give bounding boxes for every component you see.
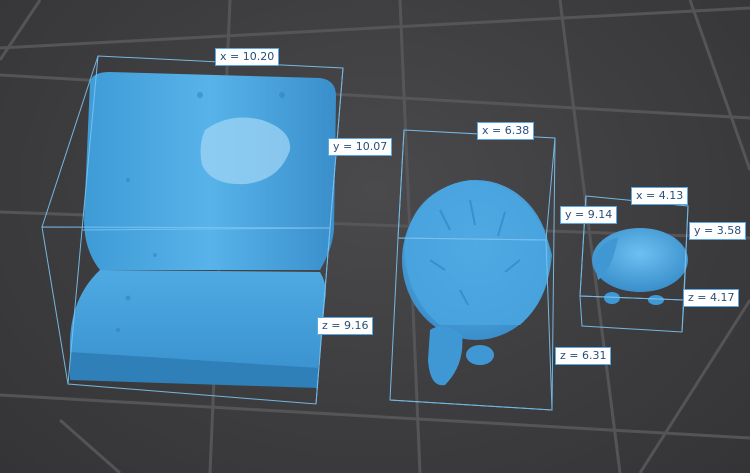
scene-canvas[interactable] xyxy=(0,0,750,473)
terrain-base-x-label: x = 10.20 xyxy=(215,48,280,66)
terrain-base-y-label: y = 10.07 xyxy=(328,138,393,156)
3d-viewport[interactable]: x = 10.20 y = 10.07 z = 9.16 x = 6.38 y … xyxy=(0,0,750,473)
hedgehog-small-model[interactable] xyxy=(592,228,688,305)
hedgehog-large-model[interactable] xyxy=(402,180,552,386)
hedgehog-small-x-label: x = 4.13 xyxy=(631,187,689,205)
hedgehog-large-z-label: z = 6.31 xyxy=(555,347,612,365)
terrain-base-z-label: z = 9.16 xyxy=(317,317,374,335)
hedgehog-small-z-label: z = 4.17 xyxy=(683,289,740,307)
hedgehog-large-y-label: y = 9.14 xyxy=(560,206,618,224)
hedgehog-large-x-label: x = 6.38 xyxy=(477,122,535,140)
hedgehog-small-y-label: y = 3.58 xyxy=(689,222,747,240)
